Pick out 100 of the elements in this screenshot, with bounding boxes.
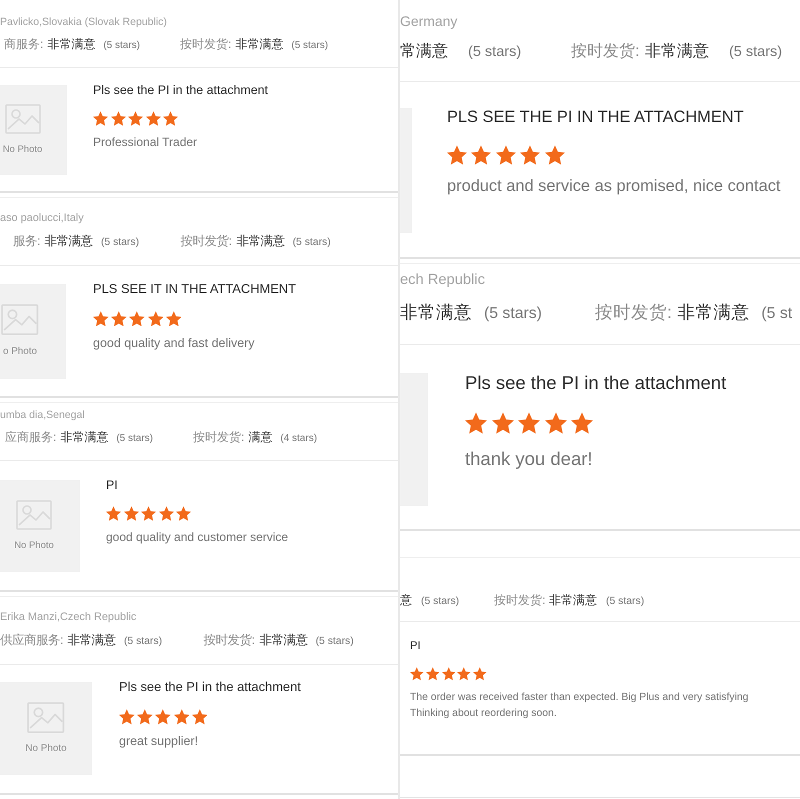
- star-icon: [544, 412, 566, 434]
- rating-label: 应商服务:: [5, 428, 56, 445]
- rating-value: 常满意: [400, 42, 448, 62]
- review-title: PI: [106, 478, 118, 492]
- rating-value: 满意: [248, 428, 272, 445]
- review-title: PLS SEE THE PI IN THE ATTACHMENT: [447, 108, 744, 127]
- star-icon: [128, 111, 143, 126]
- review-comment: product and service as promised, nice contact: [447, 176, 780, 197]
- star-icon: [496, 145, 516, 166]
- review-comment: good quality and fast delivery: [93, 334, 255, 352]
- star-icon: [426, 667, 440, 681]
- rating-count: (5 st: [761, 304, 792, 324]
- review-comment: great supplier!: [119, 733, 198, 750]
- rating-count: (5 stars): [484, 304, 542, 324]
- rating-count: (5 stars): [421, 594, 460, 609]
- rating-count: (4 stars): [280, 432, 318, 446]
- buyer-name: Erika Manzi,Czech Republic: [0, 610, 136, 624]
- star-icon: [148, 310, 164, 326]
- rating-count: (5 stars): [468, 42, 522, 62]
- star-icon: [442, 667, 455, 681]
- star-icon: [137, 709, 153, 726]
- buyer-name: umba dia,Senegal: [0, 408, 85, 422]
- rating-count: (5 stars): [124, 634, 162, 649]
- star-icon: [124, 506, 138, 521]
- star-icon: [93, 111, 108, 126]
- rating-label: 按时发货:: [571, 42, 640, 62]
- review-title: PI: [410, 640, 421, 652]
- star-icon: [163, 111, 178, 126]
- rating-value: 非常满意: [400, 300, 472, 324]
- rating-label: 按时发货:: [180, 232, 232, 250]
- rating-value: 非常满意: [236, 232, 284, 250]
- rating-value: 非常满意: [235, 36, 284, 52]
- star-icon: [155, 709, 171, 726]
- buyer-name: ech Republic: [400, 271, 485, 290]
- rating-label: 按时发货:: [180, 36, 232, 52]
- rating-count: (5 stars): [316, 634, 354, 649]
- rating-count: (5 stars): [292, 236, 331, 250]
- review-title: Pls see the PI in the attachment: [119, 680, 301, 695]
- rating-value: 意: [400, 592, 412, 608]
- review-comment: thank you dear!: [465, 448, 593, 470]
- star-icon: [520, 145, 540, 166]
- star-icon: [158, 506, 174, 521]
- star-icon: [174, 709, 190, 726]
- rating-count: (5 stars): [728, 42, 782, 62]
- rating-count: (5 stars): [606, 594, 644, 609]
- rating-value: 非常满意: [60, 428, 108, 445]
- rating-label: 商服务:: [4, 36, 44, 52]
- buyer-name: Pavlicko,Slovakia (Slovak Republic): [0, 15, 167, 29]
- image-icon: [16, 500, 52, 530]
- star-icon: [111, 310, 127, 326]
- image-icon: [4, 104, 40, 134]
- star-icon: [106, 506, 121, 521]
- star-icon: [192, 709, 208, 726]
- star-icon: [571, 412, 593, 434]
- star-icon: [457, 667, 471, 681]
- rating-label: 按时发货:: [594, 300, 672, 324]
- rating-value: 非常满意: [644, 42, 709, 62]
- rating-value: 非常满意: [549, 592, 598, 608]
- rating-count: (5 stars): [291, 39, 328, 53]
- star-icon: [146, 111, 160, 126]
- rating-count: (5 stars): [103, 39, 140, 53]
- review-title: Pls see the PI in the attachment: [93, 83, 268, 97]
- star-icon: [110, 111, 126, 126]
- star-icon: [119, 709, 135, 726]
- star-icon: [166, 310, 182, 326]
- rating-value: 非常满意: [677, 300, 750, 324]
- star-icon: [518, 412, 540, 434]
- rating-value: 非常满意: [47, 36, 96, 52]
- star-icon: [473, 667, 486, 681]
- review-title: PLS SEE IT IN THE ATTACHMENT: [93, 282, 296, 296]
- rating-count: (5 stars): [100, 236, 140, 250]
- rating-label: 按时发货:: [193, 428, 244, 445]
- review-title: Pls see the PI in the attachment: [465, 372, 726, 392]
- image-icon: [1, 304, 39, 336]
- review-comment: good quality and customer service: [106, 528, 288, 545]
- star-icon: [410, 667, 424, 681]
- rating-count: (5 stars): [116, 432, 154, 446]
- buyer-name: aso paolucci,Italy: [0, 211, 84, 226]
- photo-caption: No Photo: [25, 743, 67, 756]
- star-icon: [465, 412, 487, 434]
- photo-caption: No Photo: [14, 540, 54, 552]
- rating-value: 非常满意: [44, 232, 93, 250]
- star-icon: [492, 412, 514, 434]
- star-icon: [176, 506, 191, 521]
- photo-caption: No Photo: [2, 144, 42, 156]
- review-comment: The order was received faster than expected. Big Plus and very satisfying Thinking about reordering soon.: [410, 690, 748, 721]
- photo-caption: o Photo: [2, 346, 38, 358]
- rating-label: 按时发货:: [204, 632, 256, 648]
- star-icon: [129, 310, 145, 326]
- rating-value: 非常满意: [259, 632, 308, 648]
- star-icon: [141, 506, 156, 521]
- rating-value: 非常满意: [68, 632, 116, 648]
- review-comment: Professional Trader: [93, 134, 198, 150]
- star-icon: [93, 310, 109, 326]
- star-icon: [544, 145, 565, 166]
- star-icon: [471, 145, 492, 166]
- rating-label: 服务:: [13, 232, 40, 250]
- buyer-name: Germany: [400, 12, 458, 31]
- image-icon: [27, 702, 65, 734]
- rating-label: 供应商服务:: [0, 632, 64, 648]
